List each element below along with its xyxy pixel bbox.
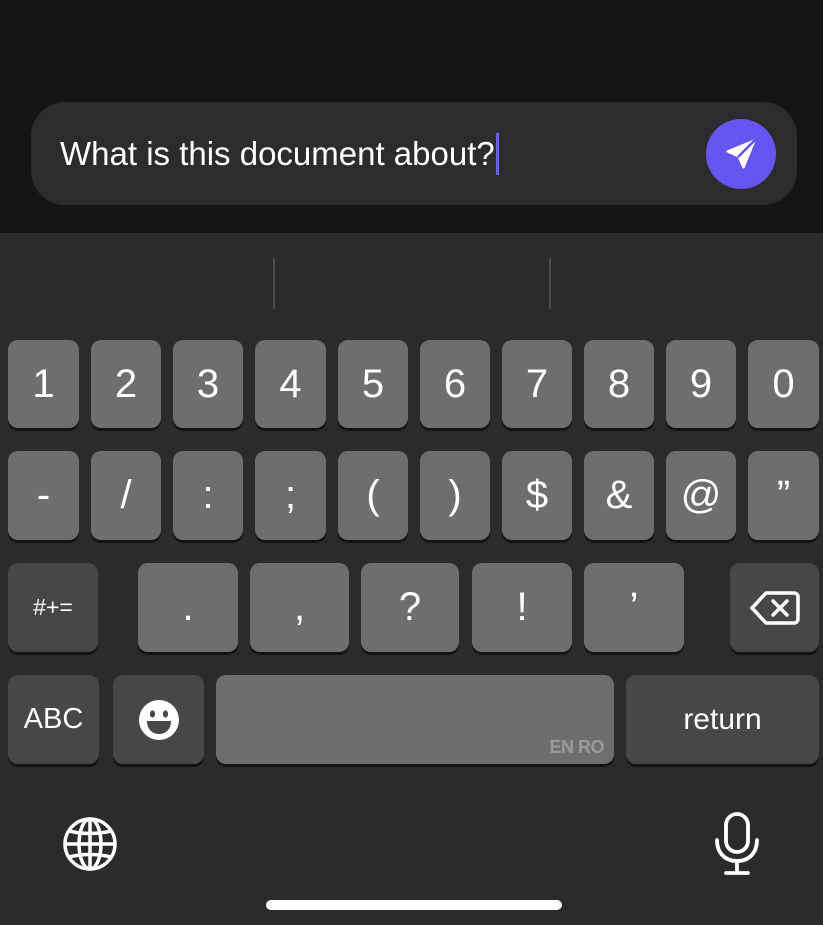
- key-label: #+=: [33, 594, 73, 620]
- more-symbols-key[interactable]: #+=: [8, 563, 98, 652]
- key-apostrophe[interactable]: ’: [584, 563, 684, 652]
- key-label: &: [605, 473, 633, 517]
- return-key[interactable]: return: [626, 675, 819, 764]
- message-input[interactable]: What is this document about?: [31, 102, 797, 205]
- keyboard: 1 2 3 4 5 6 7 8 9 0 - / : ; ( ) $ & @ ” …: [0, 233, 823, 925]
- key-ampersand[interactable]: &: [584, 451, 654, 540]
- key-label: ”: [776, 473, 791, 517]
- key-semicolon[interactable]: ;: [255, 451, 326, 540]
- key-label: 0: [772, 361, 795, 406]
- text-caret: [495, 133, 499, 175]
- key-exclamation[interactable]: !: [472, 563, 572, 652]
- key-label: (: [366, 473, 380, 517]
- send-button[interactable]: [706, 119, 776, 189]
- key-label: @: [680, 473, 722, 517]
- abc-key[interactable]: ABC: [8, 675, 99, 764]
- key-label: 9: [689, 361, 713, 406]
- key-label: 2: [114, 361, 138, 406]
- key-label: $: [525, 473, 549, 517]
- key-label: 4: [279, 361, 302, 406]
- key-label: ABC: [23, 703, 84, 735]
- key-6[interactable]: 6: [420, 340, 490, 428]
- key-label: 6: [443, 361, 467, 406]
- key-label: :: [202, 473, 214, 517]
- key-7[interactable]: 7: [502, 340, 572, 428]
- backspace-icon: [749, 590, 800, 625]
- key-8[interactable]: 8: [584, 340, 654, 428]
- suggestion-divider: [549, 258, 551, 309]
- key-quote[interactable]: ”: [748, 451, 819, 540]
- key-label: ,: [293, 585, 306, 629]
- emoji-key[interactable]: [113, 675, 204, 764]
- emoji-icon: [138, 699, 179, 740]
- backspace-key[interactable]: [730, 563, 819, 652]
- key-label: .: [182, 585, 194, 629]
- key-label: return: [683, 702, 762, 736]
- key-label: ): [448, 473, 462, 517]
- key-2[interactable]: 2: [91, 340, 161, 428]
- key-label: ’: [629, 585, 639, 629]
- suggestion-divider: [273, 258, 275, 309]
- key-label: -: [36, 473, 51, 517]
- key-at[interactable]: @: [666, 451, 736, 540]
- key-0[interactable]: 0: [748, 340, 819, 428]
- key-label: 7: [525, 361, 549, 406]
- message-input-text[interactable]: What is this document about?: [60, 133, 499, 175]
- key-label: !: [516, 585, 528, 629]
- key-4[interactable]: 4: [255, 340, 326, 428]
- key-label: ;: [284, 473, 297, 517]
- key-colon[interactable]: :: [173, 451, 243, 540]
- composer-area: What is this document about?: [0, 0, 823, 233]
- key-open-paren[interactable]: (: [338, 451, 408, 540]
- key-3[interactable]: 3: [173, 340, 243, 428]
- key-close-paren[interactable]: ): [420, 451, 490, 540]
- home-indicator[interactable]: [266, 900, 562, 910]
- key-label: /: [120, 473, 132, 517]
- key-question[interactable]: ?: [361, 563, 459, 652]
- language-hint: EN RO: [549, 737, 604, 757]
- key-1[interactable]: 1: [8, 340, 79, 428]
- key-5[interactable]: 5: [338, 340, 408, 428]
- key-9[interactable]: 9: [666, 340, 736, 428]
- microphone-icon[interactable]: [713, 811, 761, 877]
- key-hyphen[interactable]: -: [8, 451, 79, 540]
- key-label: ?: [398, 585, 422, 629]
- key-label: 5: [361, 361, 385, 406]
- key-dollar[interactable]: $: [502, 451, 572, 540]
- message-input-value: What is this document about?: [60, 135, 495, 172]
- space-bar[interactable]: EN RO: [216, 675, 614, 764]
- key-label: 8: [607, 361, 631, 406]
- key-label: 3: [196, 361, 220, 406]
- key-label: 1: [32, 361, 55, 406]
- send-icon: [726, 139, 756, 169]
- key-period[interactable]: .: [138, 563, 238, 652]
- key-slash[interactable]: /: [91, 451, 161, 540]
- globe-icon[interactable]: [62, 816, 118, 872]
- key-comma[interactable]: ,: [250, 563, 349, 652]
